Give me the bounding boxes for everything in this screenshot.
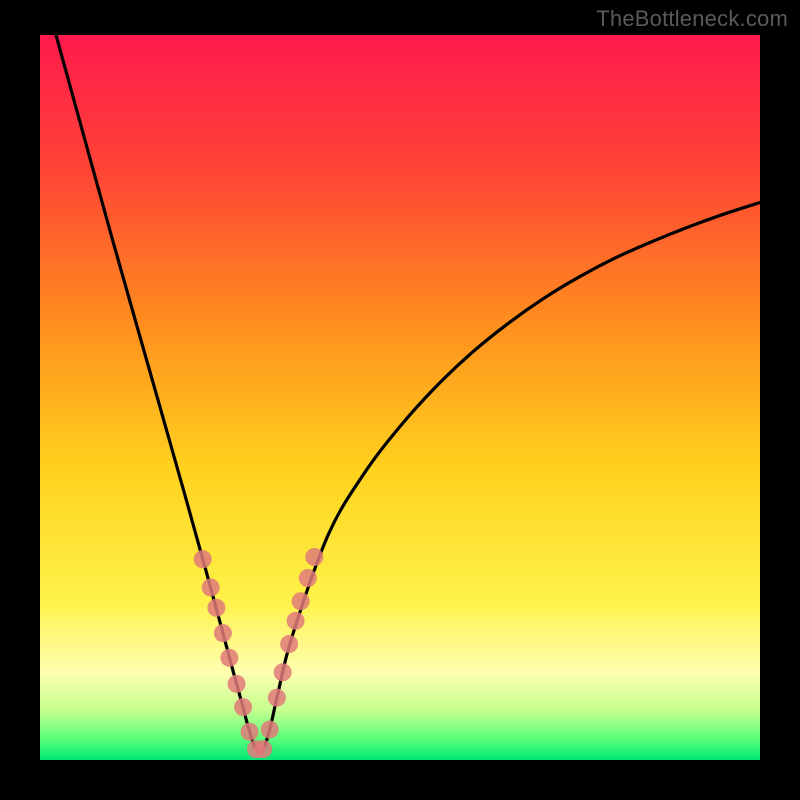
marker-point [241, 723, 259, 741]
watermark-text: TheBottleneck.com [596, 6, 788, 32]
marker-point [254, 740, 272, 758]
marker-point [202, 578, 220, 596]
marker-point [274, 663, 292, 681]
marker-point [292, 592, 310, 610]
marker-point [220, 649, 238, 667]
marker-point [299, 569, 317, 587]
marker-point [305, 548, 323, 566]
marker-point [207, 599, 225, 617]
chart-background-gradient [40, 35, 760, 760]
marker-point [280, 635, 298, 653]
marker-point [268, 689, 286, 707]
chart-svg [40, 35, 760, 760]
marker-point [287, 612, 305, 630]
marker-point [214, 624, 232, 642]
marker-point [228, 675, 246, 693]
chart-frame: TheBottleneck.com [0, 0, 800, 800]
marker-point [261, 721, 279, 739]
marker-point [194, 550, 212, 568]
marker-point [234, 698, 252, 716]
chart-plot-area [40, 35, 760, 760]
